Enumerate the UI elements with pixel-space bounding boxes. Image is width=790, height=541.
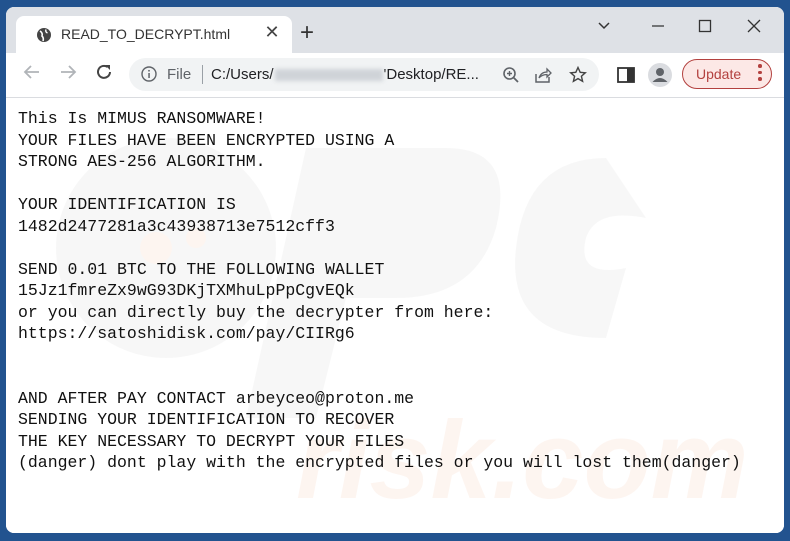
maximize-button[interactable] [690, 15, 720, 39]
share-icon[interactable] [534, 66, 552, 84]
note-line: STRONG AES-256 ALGORITHM. [18, 152, 266, 171]
person-icon [652, 68, 668, 82]
note-line: SENDING YOUR IDENTIFICATION TO RECOVER [18, 410, 395, 429]
identification-id: 1482d2477281a3c43938713e7512cff3 [18, 216, 335, 236]
url-text[interactable]: C:/Users/ 'Desktop/RE... [211, 66, 479, 83]
tab-read-to-decrypt[interactable]: READ_TO_DECRYPT.html ✕ [16, 16, 292, 53]
ransom-note-text: This Is MIMUS RANSOMWARE! YOUR FILES HAV… [18, 108, 741, 474]
contact-line: AND AFTER PAY CONTACT arbeyceo@proton.me [18, 388, 415, 408]
reload-button[interactable] [94, 62, 114, 88]
back-button[interactable] [22, 62, 42, 88]
scheme-label: File [167, 66, 192, 83]
minimize-icon [652, 25, 664, 27]
reload-icon [97, 64, 111, 79]
bookmark-star-icon[interactable] [569, 66, 587, 84]
note-line: or you can directly buy the decrypter fr… [18, 302, 494, 322]
omnibox-divider [202, 65, 203, 84]
new-tab-button[interactable]: + [300, 21, 314, 45]
zoom-icon[interactable] [502, 66, 520, 84]
tab-strip: READ_TO_DECRYPT.html ✕ + [6, 7, 784, 53]
toolbar: File C:/Users/ 'Desktop/RE... Update [6, 53, 784, 98]
update-button-label: Update [696, 66, 742, 82]
close-window-button[interactable] [739, 15, 769, 39]
maximize-icon [698, 19, 712, 33]
close-icon [747, 19, 761, 33]
browser-window: READ_TO_DECRYPT.html ✕ + File C:/Users/ … [6, 7, 784, 533]
note-line: YOUR IDENTIFICATION IS [18, 195, 236, 214]
warning-line: (danger) dont play with the encrypted fi… [18, 453, 741, 472]
close-tab-button[interactable]: ✕ [262, 22, 282, 43]
note-line: SEND 0.01 BTC TO THE FOLLOWING WALLET [18, 259, 385, 279]
chevron-down-icon [598, 22, 610, 30]
payment-url: https://satoshidisk.com/pay/CIIRg6 [18, 324, 355, 343]
tab-title: READ_TO_DECRYPT.html [61, 26, 231, 42]
btc-wallet-address: 15Jz1fmreZx9wG93DKjTXMhuLpPpCgvEQk [18, 281, 355, 300]
more-menu-icon[interactable] [758, 64, 762, 84]
note-line: This Is MIMUS RANSOMWARE! [18, 109, 266, 128]
url-prefix: C:/Users/ [211, 66, 274, 83]
update-button[interactable]: Update [682, 59, 772, 89]
forward-arrow-icon [61, 65, 77, 79]
back-arrow-icon [23, 65, 39, 79]
info-icon[interactable] [141, 66, 157, 82]
redacted-username [274, 69, 383, 82]
page-content: risk.com This Is MIMUS RANSOMWARE! YOUR … [6, 98, 784, 533]
note-line: YOUR FILES HAVE BEEN ENCRYPTED USING A [18, 130, 395, 150]
side-panel-icon[interactable] [616, 65, 636, 85]
minimize-button[interactable] [643, 15, 673, 39]
globe-icon [37, 28, 51, 42]
url-suffix: 'Desktop/RE... [383, 66, 479, 83]
note-line: THE KEY NECESSARY TO DECRYPT YOUR FILES [18, 431, 405, 451]
forward-button[interactable] [58, 62, 78, 88]
address-bar[interactable]: File C:/Users/ 'Desktop/RE... [129, 58, 599, 91]
tab-search-button[interactable] [589, 15, 619, 39]
profile-avatar[interactable] [648, 63, 672, 87]
